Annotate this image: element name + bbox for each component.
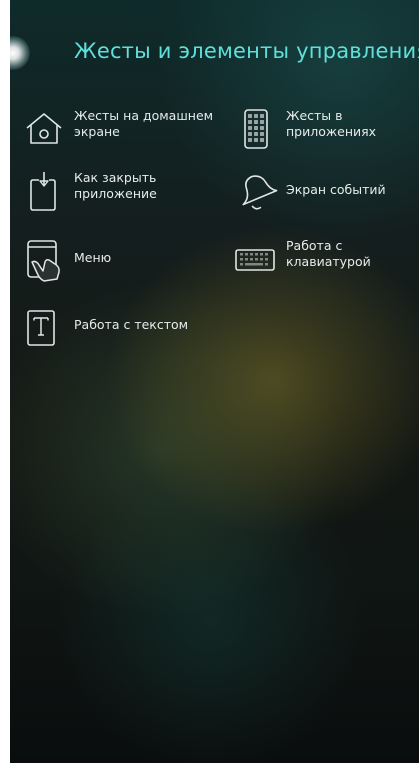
menu-item-label: Работа с текстом: [74, 317, 189, 332]
menu-item-label: Как закрыть приложение: [74, 170, 157, 201]
menu-item-label: Экран событий: [286, 182, 386, 197]
menu-item-events-screen[interactable]: Экран событий: [234, 170, 414, 214]
menu-item-menu[interactable]: Меню: [22, 238, 222, 286]
home-icon: [22, 108, 66, 152]
app-grid-icon: [234, 108, 278, 152]
hand-tap-icon: [22, 238, 66, 282]
close-app-icon: [22, 170, 66, 214]
menu-item-text[interactable]: Работа с текстом: [22, 305, 222, 349]
keyboard-icon: [234, 238, 278, 282]
menu-item-app-gestures[interactable]: Жесты в приложениях: [234, 108, 414, 152]
menu-item-keyboard[interactable]: Работа с клавиатурой: [234, 238, 414, 286]
bell-icon: [234, 170, 278, 214]
menu-item-label: Меню: [74, 250, 112, 265]
page-title: Жесты и элементы управления: [74, 39, 419, 63]
menu-item-label: Жесты в приложениях: [286, 108, 377, 139]
menu-item-close-app[interactable]: Как закрыть приложение: [22, 170, 222, 214]
menu-item-label: Жесты на домашнем экране: [74, 108, 214, 139]
menu-item-label: Работа с клавиатурой: [286, 238, 371, 269]
screen: Жесты и элементы управления Жесты на дом…: [10, 0, 419, 763]
light-glow: [10, 36, 30, 70]
menu-item-home-gestures[interactable]: Жесты на домашнем экране: [22, 108, 222, 152]
text-icon: [22, 305, 66, 349]
